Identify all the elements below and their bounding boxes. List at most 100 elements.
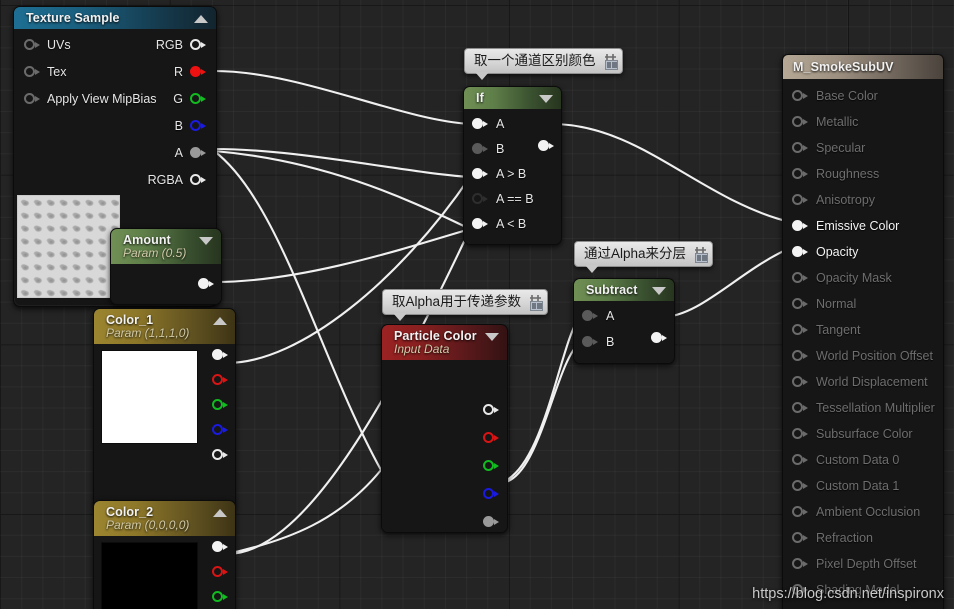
input-pin-world-position-offset[interactable]: [792, 349, 808, 363]
chevron-down-icon[interactable]: [199, 237, 213, 245]
material-output-row[interactable]: Metallic: [783, 109, 943, 135]
node-header[interactable]: If: [464, 87, 561, 109]
node-header[interactable]: Amount Param (0.5): [111, 229, 221, 264]
material-output-row[interactable]: Emissive Color: [783, 213, 943, 239]
output-pin-result[interactable]: [651, 331, 667, 345]
material-output-row[interactable]: Specular: [783, 135, 943, 161]
material-output-row[interactable]: Custom Data 1: [783, 473, 943, 499]
input-pin-pixel-depth-offset[interactable]: [792, 557, 808, 571]
output-pin-a[interactable]: [483, 515, 499, 529]
pin-row-rgba[interactable]: RGBA: [24, 166, 206, 193]
material-output-row[interactable]: World Position Offset: [783, 343, 943, 369]
pin-row-tex[interactable]: Tex R: [24, 58, 206, 85]
input-pin-anisotropy[interactable]: [792, 193, 808, 207]
input-pin-tangent[interactable]: [792, 323, 808, 337]
chevron-up-icon[interactable]: [194, 15, 208, 23]
chevron-down-icon[interactable]: [539, 95, 553, 103]
output-pin-r[interactable]: [212, 373, 228, 387]
output-pin-result[interactable]: [538, 139, 554, 153]
output-pin-g[interactable]: [212, 590, 228, 604]
material-output-row[interactable]: Opacity: [783, 239, 943, 265]
material-graph-canvas[interactable]: Texture Sample UVs RGB Tex R Apply View …: [0, 0, 954, 609]
material-output-row[interactable]: Tangent: [783, 317, 943, 343]
input-pin-tex[interactable]: [24, 65, 40, 79]
color-swatch[interactable]: [101, 350, 198, 444]
input-pin-a-gt-b[interactable]: [472, 167, 488, 181]
input-pin-specular[interactable]: [792, 141, 808, 155]
chevron-down-icon[interactable]: [652, 287, 666, 295]
color-swatch[interactable]: [101, 542, 198, 609]
output-pin-rgb[interactable]: [190, 38, 206, 52]
input-pin-uvs[interactable]: [24, 38, 40, 52]
output-pin-b[interactable]: [212, 423, 228, 437]
input-pin-a-lt-b[interactable]: [472, 217, 488, 231]
output-pin-a[interactable]: [190, 146, 206, 160]
input-pin-world-displacement[interactable]: [792, 375, 808, 389]
node-material-output[interactable]: M_SmokeSubUV Base Color Metallic Specular R…: [782, 54, 944, 609]
output-pin-r[interactable]: [212, 565, 228, 579]
output-pin-a[interactable]: [212, 448, 228, 462]
input-pin-metallic[interactable]: [792, 115, 808, 129]
input-pin-base-color[interactable]: [792, 89, 808, 103]
node-color-1-param[interactable]: Color_1 Param (1,1,1,0): [93, 308, 236, 509]
comment-bubble-subtract[interactable]: 通过Alpha来分层: [574, 241, 714, 273]
pin-row-a[interactable]: A: [24, 139, 206, 166]
input-pin-emissive-color[interactable]: [792, 219, 808, 233]
node-header[interactable]: M_SmokeSubUV: [783, 55, 943, 79]
pin-row-a[interactable]: A: [464, 111, 561, 136]
output-pin-value[interactable]: [198, 277, 214, 291]
material-output-row[interactable]: Refraction: [783, 525, 943, 551]
input-pin-normal[interactable]: [792, 297, 808, 311]
material-output-row[interactable]: World Displacement: [783, 369, 943, 395]
resize-icon[interactable]: [695, 252, 709, 263]
resize-icon[interactable]: [604, 59, 618, 70]
pin-row-mipbias[interactable]: Apply View MipBias G: [24, 85, 206, 112]
output-pin-rgba[interactable]: [212, 540, 228, 554]
node-color-2-param[interactable]: Color_2 Param (0,0,0,0): [93, 500, 236, 609]
material-output-row[interactable]: Subsurface Color: [783, 421, 943, 447]
pin-row-a[interactable]: A: [574, 303, 674, 329]
node-amount-param[interactable]: Amount Param (0.5): [110, 228, 222, 305]
output-pin-g[interactable]: [190, 92, 206, 106]
node-if[interactable]: If A B A > B A == B A < B: [463, 86, 562, 245]
input-pin-tessellation-multiplier[interactable]: [792, 401, 808, 415]
input-pin-a-eq-b[interactable]: [472, 192, 488, 206]
input-pin-b[interactable]: [472, 142, 488, 156]
input-pin-custom-data-1[interactable]: [792, 479, 808, 493]
output-pin-rgba[interactable]: [190, 173, 206, 187]
chevron-down-icon[interactable]: [485, 333, 499, 341]
node-subtract[interactable]: Subtract A B: [573, 278, 675, 364]
node-header[interactable]: Texture Sample: [14, 7, 216, 29]
output-pin-g[interactable]: [212, 398, 228, 412]
material-output-row[interactable]: Normal: [783, 291, 943, 317]
node-particle-color[interactable]: Particle Color Input Data: [381, 324, 508, 533]
material-output-row[interactable]: Roughness: [783, 161, 943, 187]
material-output-row[interactable]: Tessellation Multiplier: [783, 395, 943, 421]
output-pin-b[interactable]: [483, 487, 499, 501]
output-pin-b[interactable]: [190, 119, 206, 133]
material-output-row[interactable]: Base Color: [783, 83, 943, 109]
material-output-row[interactable]: Ambient Occlusion: [783, 499, 943, 525]
input-pin-a[interactable]: [582, 309, 598, 323]
input-pin-refraction[interactable]: [792, 531, 808, 545]
node-header[interactable]: Color_1 Param (1,1,1,0): [94, 309, 235, 344]
pin-row-b[interactable]: B: [24, 112, 206, 139]
node-header[interactable]: Subtract: [574, 279, 674, 301]
material-output-row[interactable]: Pixel Depth Offset: [783, 551, 943, 577]
input-pin-custom-data-0[interactable]: [792, 453, 808, 467]
input-pin-opacity-mask[interactable]: [792, 271, 808, 285]
comment-bubble-if[interactable]: 取一个通道区别颜色: [464, 48, 623, 80]
pin-row-a-lt-b[interactable]: A < B: [464, 211, 561, 236]
chevron-up-icon[interactable]: [213, 317, 227, 325]
texture-thumbnail[interactable]: [17, 195, 120, 298]
output-pin-r[interactable]: [190, 65, 206, 79]
input-pin-opacity[interactable]: [792, 245, 808, 259]
pin-row-a-gt-b[interactable]: A > B: [464, 161, 561, 186]
output-pin-rgba[interactable]: [212, 348, 228, 362]
material-output-row[interactable]: Opacity Mask: [783, 265, 943, 291]
comment-bubble-particle-color[interactable]: 取Alpha用于传递参数: [382, 289, 549, 321]
input-pin-a[interactable]: [472, 117, 488, 131]
node-header[interactable]: Particle Color Input Data: [382, 325, 507, 360]
input-pin-b[interactable]: [582, 335, 598, 349]
input-pin-ambient-occlusion[interactable]: [792, 505, 808, 519]
